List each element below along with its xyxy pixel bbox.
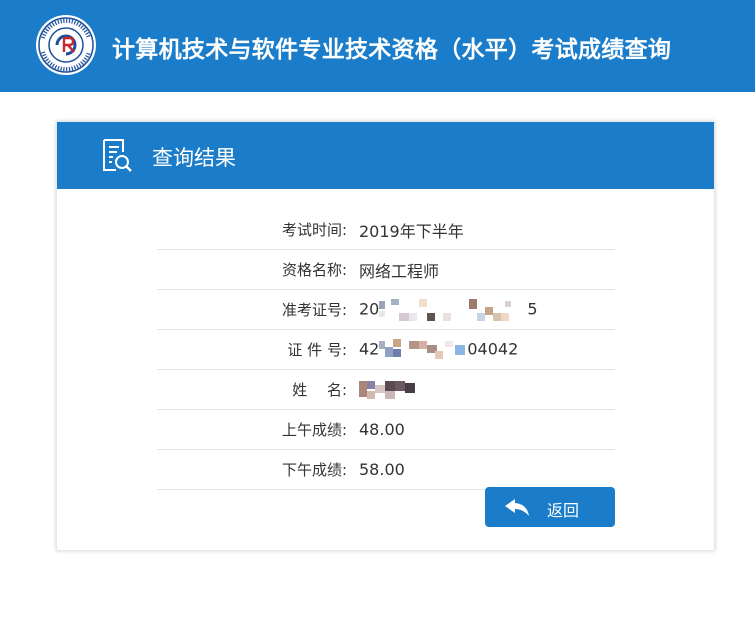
row-admission-number: 准考证号: 20 5 [157,290,615,330]
row-exam-time: 考试时间: 2019年下半年 [157,210,615,250]
row-id-number: 证 件 号: 42 04042 [157,330,615,370]
page-title: 计算机技术与软件专业技术资格（水平）考试成绩查询 [112,37,672,63]
field-label: 姓 名: [292,381,347,399]
card-title: 查询结果 [152,146,236,170]
field-label: 准考证号: [281,301,347,319]
value-prefix: 42 [359,339,380,358]
document-search-icon [103,139,132,172]
row-morning-score: 上午成绩: 48.00 [157,410,615,450]
field-value-redacted: 20 5 [359,297,538,323]
redaction-mosaic [379,338,466,359]
field-value: 48.00 [359,420,405,439]
row-afternoon-score: 下午成绩: 58.00 [157,450,615,490]
card-header: 查询结果 [57,122,714,189]
back-button[interactable]: 返回 [485,487,615,527]
field-label: 下午成绩: [281,461,347,479]
field-value: 58.00 [359,460,405,479]
redaction-mosaic [379,298,512,321]
result-list: 考试时间: 2019年下半年 资格名称: 网络工程师 准考证号: 20 5 证 … [157,210,615,490]
value-suffix: 5 [527,299,538,318]
value-suffix: 04042 [467,339,519,358]
row-name: 姓 名: [157,370,615,410]
field-value: 网络工程师 [359,261,440,281]
field-value-redacted: 42 04042 [359,337,518,363]
redaction-mosaic [359,380,415,399]
field-label: 上午成绩: [281,421,347,439]
value-prefix: 20 [359,299,380,318]
field-label: 资格名称: [281,261,347,279]
field-value-redacted [359,379,419,401]
site-header: 计算机技术与软件专业技术资格（水平）考试成绩查询 [0,0,755,92]
field-value: 2019年下半年 [359,221,464,241]
back-button-label: 返回 [547,501,580,520]
reply-arrow-icon [505,499,529,516]
field-label: 考试时间: [281,221,347,239]
logo-icon [36,15,96,75]
result-card: 查询结果 考试时间: 2019年下半年 资格名称: 网络工程师 准考证号: 20 [56,121,715,551]
row-qualification: 资格名称: 网络工程师 [157,250,615,290]
field-label: 证 件 号: [287,341,347,359]
